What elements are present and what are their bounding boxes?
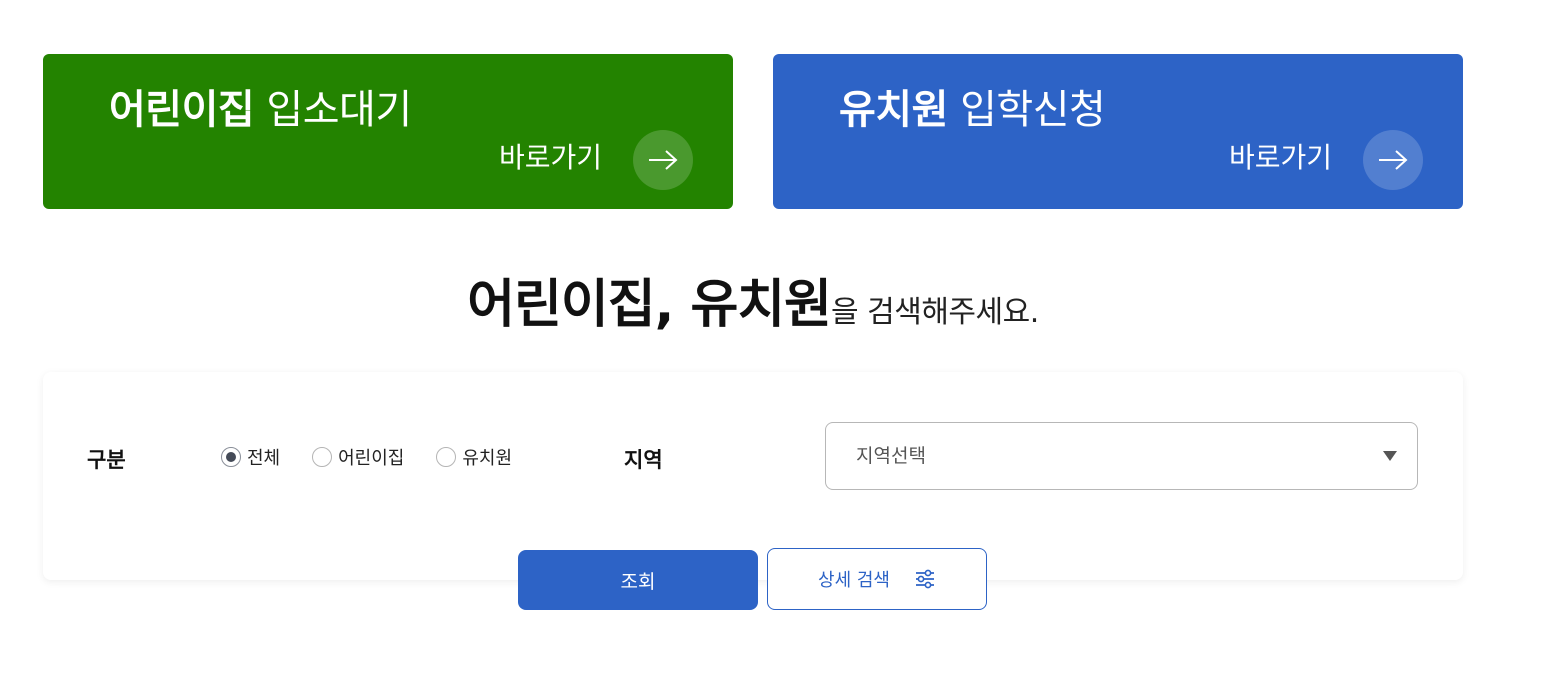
radio-unchecked-icon[interactable] [436, 447, 457, 467]
radio-dot [226, 452, 236, 462]
search-panel: 구분 전체 어린이집 유치원 지역 지역선택 [43, 372, 1463, 580]
caret-down-icon [1383, 451, 1397, 461]
search-heading: 어린이집, 유치원을 검색해주세요. [0, 262, 1506, 337]
kindergarten-banner-title: 유치원 입학신청 [839, 86, 1106, 134]
daycare-banner-title-strong: 어린이집 [109, 87, 255, 133]
kindergarten-banner-arrow-button[interactable] [1363, 130, 1423, 190]
category-radio-all[interactable]: 전체 [221, 444, 280, 470]
category-radio-kindergarten[interactable]: 유치원 [436, 444, 512, 470]
arrow-right-icon [649, 150, 678, 170]
page: 어린이집 입소대기 바로가기 유치원 입학신청 바로가기 어린이집, 유치원을 … [0, 0, 1552, 691]
category-radio-kindergarten-label: 유치원 [462, 448, 513, 469]
detail-search-label: 상세 검색 [818, 570, 890, 591]
daycare-waitlist-banner[interactable]: 어린이집 입소대기 바로가기 [43, 54, 733, 209]
kindergarten-application-banner[interactable]: 유치원 입학신청 바로가기 [773, 54, 1463, 209]
arrow-right-icon [1379, 150, 1408, 170]
radio-unchecked-icon[interactable] [312, 447, 333, 467]
category-radio-group: 전체 어린이집 유치원 [221, 444, 544, 470]
daycare-banner-link[interactable]: 바로가기 [499, 140, 602, 176]
category-radio-daycare-label: 어린이집 [338, 448, 405, 469]
daycare-banner-title: 어린이집 입소대기 [109, 86, 412, 134]
search-heading-strong: 어린이집, 유치원 [467, 275, 832, 335]
daycare-banner-arrow-button[interactable] [633, 130, 693, 190]
search-heading-light: 을 검색해주세요. [830, 295, 1039, 330]
daycare-banner-title-light: 입소대기 [254, 87, 412, 133]
region-label: 지역 [624, 448, 663, 472]
search-submit-label: 조회 [620, 570, 656, 593]
kindergarten-banner-link[interactable]: 바로가기 [1229, 140, 1332, 176]
sliders-icon [914, 569, 936, 589]
kindergarten-banner-title-strong: 유치원 [839, 87, 948, 133]
detail-search-button[interactable]: 상세 검색 [767, 548, 987, 610]
category-radio-daycare[interactable]: 어린이집 [312, 444, 404, 470]
search-submit-button[interactable]: 조회 [518, 550, 758, 610]
region-select[interactable]: 지역선택 [825, 422, 1418, 490]
category-label: 구분 [87, 448, 126, 472]
region-select-value: 지역선택 [856, 445, 926, 467]
radio-checked-icon[interactable] [221, 447, 241, 467]
kindergarten-banner-title-light: 입학신청 [947, 87, 1106, 133]
category-radio-all-label: 전체 [247, 448, 281, 469]
